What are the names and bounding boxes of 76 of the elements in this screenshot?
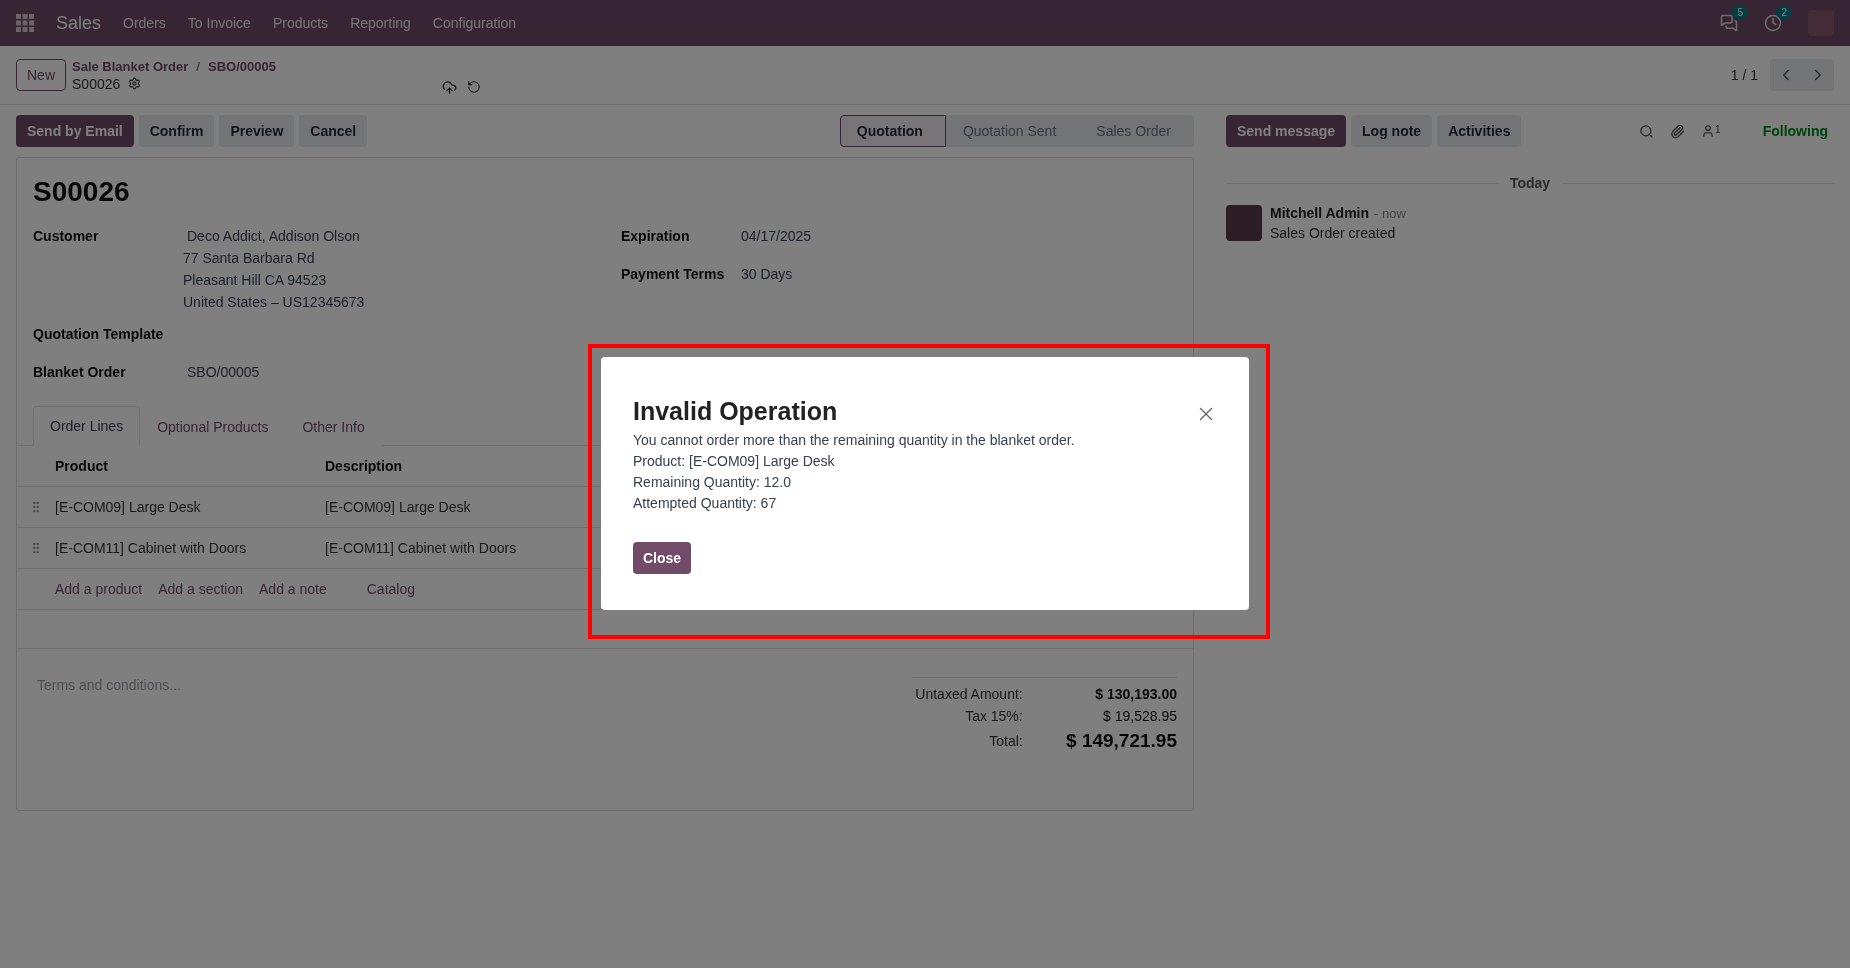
clock-icon[interactable]	[1764, 14, 1782, 32]
field-label: Customer	[33, 228, 100, 246]
following-button[interactable]: Following	[1756, 122, 1834, 140]
add-link[interactable]: Add a section	[158, 581, 243, 597]
undo-icon[interactable]	[466, 80, 481, 94]
message-time: - now	[1374, 206, 1406, 221]
message-author: Mitchell Admin	[1270, 205, 1370, 221]
message-body: Sales Order created	[1270, 225, 1397, 241]
add-link[interactable]: Catalog	[366, 581, 415, 597]
column-header[interactable]: Description	[325, 458, 595, 474]
paperclip-icon[interactable]	[1670, 123, 1686, 139]
total-value: $ 19,528.95	[1102, 708, 1177, 724]
total-label: Total:	[988, 733, 1023, 749]
breadcrumb-link[interactable]: Sale Blanket Order	[72, 58, 189, 74]
action-button[interactable]: Cancel	[299, 115, 368, 147]
field-value[interactable]: SBO/00005	[183, 364, 260, 380]
table-cell-text: [E-COM11] Cabinet with Doors	[55, 540, 248, 556]
user-icon[interactable]	[1701, 124, 1716, 138]
action-button[interactable]: Confirm	[138, 115, 215, 147]
dialog-message: Attempted Quantity: 67	[633, 494, 778, 513]
field-label: Payment Terms	[621, 266, 726, 284]
settings-icon[interactable]	[128, 77, 142, 90]
menu-item[interactable]: Reporting	[350, 15, 411, 31]
menu-item[interactable]: To Invoice	[187, 15, 251, 31]
menu-item[interactable]: Orders	[123, 15, 166, 31]
dialog-close-button[interactable]: Close	[633, 542, 692, 574]
table-cell-text: [E-COM09] Large Desk	[325, 499, 472, 515]
follower-count: 1	[1715, 124, 1721, 137]
action-button[interactable]: Preview	[219, 115, 295, 147]
new-button[interactable]: New	[16, 59, 66, 91]
field-value[interactable]: Deco Addict, Addison Olson	[183, 228, 365, 244]
table-cell-text: [E-COM09] Large Desk	[55, 499, 202, 515]
app-name[interactable]: Sales	[56, 12, 102, 34]
action-button[interactable]: Send by Email	[16, 115, 134, 147]
menu-item[interactable]: Products	[272, 15, 329, 31]
status-stage[interactable]: Quotation Sent	[945, 115, 1080, 147]
field-value: Pleasant Hill CA 94523	[183, 272, 328, 288]
chat-icon[interactable]	[1720, 14, 1738, 32]
search-icon[interactable]	[1639, 123, 1655, 139]
dialog-title: Invalid Operation	[633, 397, 838, 426]
chatter-button[interactable]: Send message	[1226, 115, 1347, 147]
total-value: $ 130,193.00	[1094, 686, 1177, 702]
field-label: Blanket Order	[33, 364, 127, 382]
message-count-badge: 5	[1732, 6, 1748, 19]
app-grid-icon[interactable]	[16, 14, 34, 32]
field-value: 77 Santa Barbara Rd	[183, 250, 316, 266]
status-stage[interactable]: Quotation	[839, 115, 946, 147]
breadcrumb-separator: /	[196, 58, 200, 74]
field-label: Expiration	[621, 228, 691, 246]
table-cell-text: [E-COM11] Cabinet with Doors	[325, 540, 518, 556]
total-label: Untaxed Amount:	[914, 686, 1023, 702]
field-value[interactable]: 04/17/2025	[741, 228, 812, 244]
pager-value: 1 / 1	[1730, 67, 1758, 83]
notebook-tab[interactable]: Order Lines	[33, 406, 141, 446]
field-label: Quotation Template	[33, 326, 165, 344]
column-header[interactable]: Product	[55, 458, 325, 474]
status-stage[interactable]: Sales Order	[1079, 115, 1194, 147]
field-value[interactable]: 30 Days	[741, 266, 793, 282]
total-value: $ 149,721.95	[1065, 730, 1177, 752]
dialog-message: Remaining Quantity: 12.0	[633, 473, 792, 492]
total-label: Tax 15%:	[964, 708, 1023, 724]
chatter-button[interactable]: Log note	[1351, 115, 1433, 147]
menu-item[interactable]: Configuration	[432, 15, 517, 31]
activity-count-badge: 2	[1776, 6, 1792, 19]
add-link[interactable]: Add a product	[55, 581, 143, 597]
field-value: United States – US12345673	[183, 294, 365, 310]
record-name: S00026	[72, 75, 121, 92]
date-separator: Today	[1509, 175, 1551, 191]
dialog-message: Product: [E-COM09] Large Desk	[633, 452, 836, 471]
add-link[interactable]: Add a note	[259, 581, 327, 597]
chatter-button[interactable]: Activities	[1437, 115, 1522, 147]
cloud-upload-icon[interactable]	[441, 80, 457, 95]
record-title: S00026	[33, 176, 131, 208]
dialog-message: You cannot order more than the remaining quantity in the blanket order.	[633, 431, 1076, 450]
breadcrumb-link[interactable]: SBO/00005	[207, 58, 276, 74]
author-avatar	[1226, 205, 1262, 241]
